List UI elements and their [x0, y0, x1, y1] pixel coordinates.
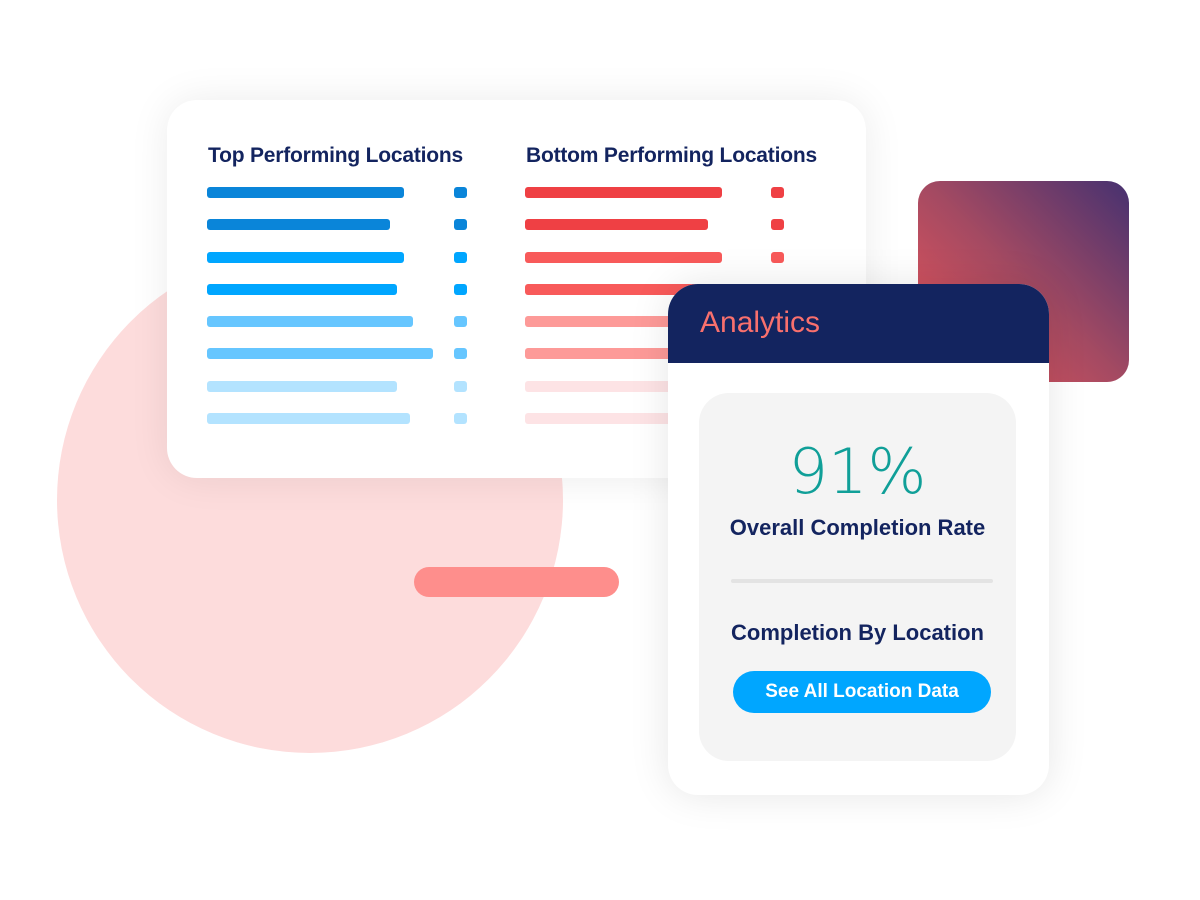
completion-panel: 91% Overall Completion Rate Completion B… — [699, 393, 1016, 761]
decorative-pill — [414, 567, 619, 597]
bottom-location-bar — [525, 187, 722, 198]
bottom-location-value-marker — [771, 219, 784, 230]
analytics-header: Analytics — [668, 284, 1049, 363]
top-performing-title: Top Performing Locations — [208, 144, 463, 167]
bottom-performing-title: Bottom Performing Locations — [526, 144, 817, 167]
top-location-bar — [207, 348, 433, 359]
top-location-bar — [207, 381, 397, 392]
top-location-bar — [207, 219, 390, 230]
see-all-location-data-button[interactable]: See All Location Data — [733, 671, 991, 713]
top-location-bar — [207, 252, 404, 263]
bottom-location-bar — [525, 219, 708, 230]
top-location-value-marker — [454, 252, 467, 263]
top-location-value-marker — [454, 348, 467, 359]
top-location-value-marker — [454, 316, 467, 327]
top-location-bar — [207, 187, 404, 198]
analytics-card: Analytics 91% Overall Completion Rate Co… — [668, 284, 1049, 795]
bottom-location-value-marker — [771, 252, 784, 263]
top-location-value-marker — [454, 187, 467, 198]
top-location-bar — [207, 284, 397, 295]
top-location-bar — [207, 413, 410, 424]
completion-by-location-label: Completion By Location — [731, 620, 984, 645]
bottom-location-value-marker — [771, 187, 784, 198]
analytics-title: Analytics — [700, 306, 821, 339]
top-location-value-marker — [454, 284, 467, 295]
bottom-location-bar — [525, 252, 722, 263]
top-location-value-marker — [454, 219, 467, 230]
divider — [731, 579, 993, 583]
completion-rate-value: 91% — [788, 435, 927, 508]
top-location-value-marker — [454, 413, 467, 424]
top-location-value-marker — [454, 381, 467, 392]
completion-rate-label: Overall Completion Rate — [729, 515, 986, 540]
top-location-bar — [207, 316, 413, 327]
